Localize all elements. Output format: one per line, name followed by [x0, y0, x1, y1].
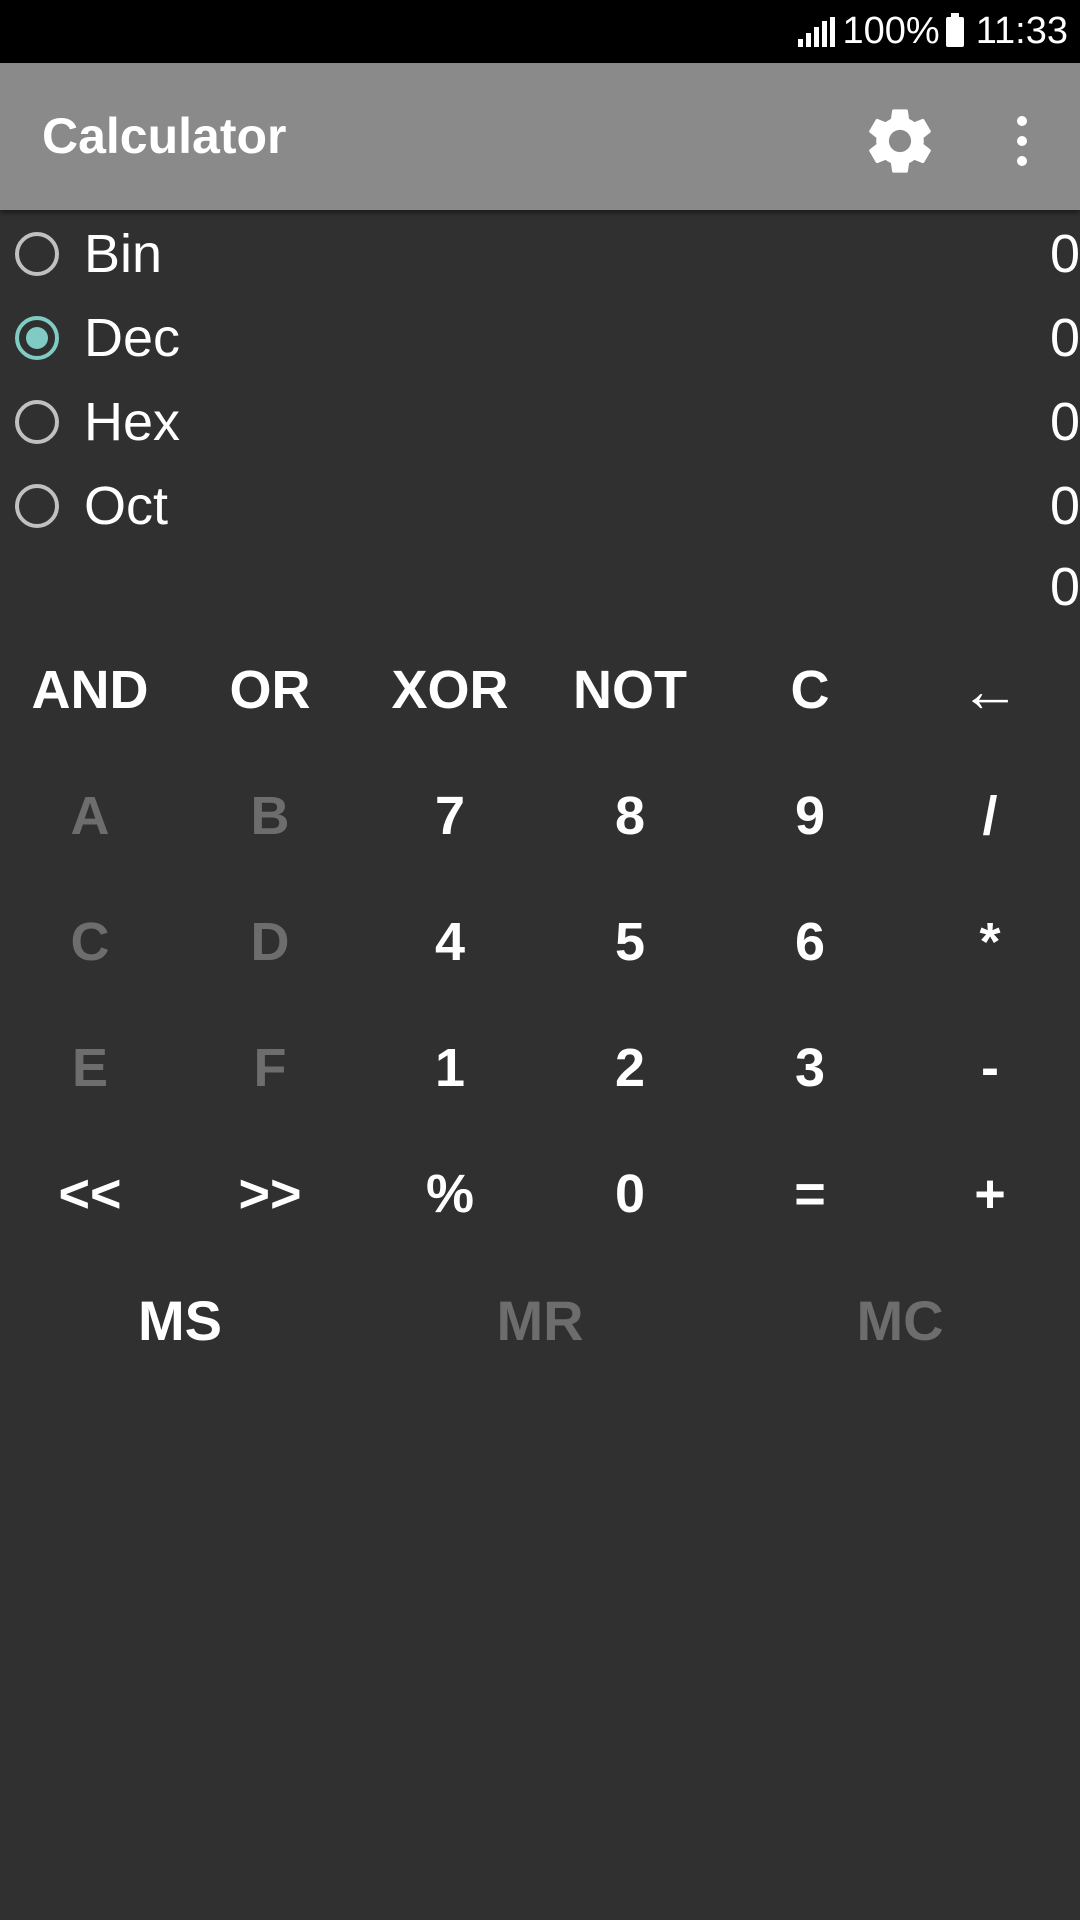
key-row-4: E F 1 2 3 - [0, 1005, 1080, 1131]
key-row-2: A B 7 8 9 / [0, 753, 1080, 879]
radix-row-dec[interactable]: Dec 0 [0, 299, 1080, 383]
key-add[interactable]: + [900, 1131, 1080, 1257]
key-a[interactable]: A [0, 753, 180, 879]
key-and[interactable]: AND [0, 627, 180, 753]
battery-icon [945, 12, 964, 47]
key-3[interactable]: 3 [720, 1005, 900, 1131]
radix-row-bin[interactable]: Bin 0 [0, 215, 1080, 299]
memory-clear-button[interactable]: MC [720, 1257, 1080, 1383]
key-row-1: AND OR XOR NOT C ← [0, 627, 1080, 753]
key-d[interactable]: D [180, 879, 360, 1005]
radix-label-dec: Dec [84, 308, 181, 368]
key-multiply[interactable]: * [900, 879, 1080, 1005]
result-display: 0 [1049, 557, 1080, 617]
key-e[interactable]: E [0, 1005, 180, 1131]
key-modulo[interactable]: % [360, 1131, 540, 1257]
key-4[interactable]: 4 [360, 879, 540, 1005]
key-5[interactable]: 5 [540, 879, 720, 1005]
key-6[interactable]: 6 [720, 879, 900, 1005]
radix-value-hex: 0 [1049, 392, 1080, 452]
radix-label-oct: Oct [84, 476, 169, 536]
key-c-hex[interactable]: C [0, 879, 180, 1005]
radio-bin[interactable] [15, 232, 59, 276]
battery-percent: 100% [842, 10, 940, 52]
key-8[interactable]: 8 [540, 753, 720, 879]
radio-oct[interactable] [15, 484, 59, 528]
key-subtract[interactable]: - [900, 1005, 1080, 1131]
key-shift-right[interactable]: >> [180, 1131, 360, 1257]
more-vert-icon [1017, 116, 1027, 126]
key-backspace[interactable]: ← [900, 627, 1080, 753]
key-equals[interactable]: = [720, 1131, 900, 1257]
app-title: Calculator [42, 108, 287, 164]
key-9[interactable]: 9 [720, 753, 900, 879]
key-divide[interactable]: / [900, 753, 1080, 879]
clock: 11:33 [975, 10, 1068, 52]
key-f[interactable]: F [180, 1005, 360, 1131]
radix-row-oct[interactable]: Oct 0 [0, 467, 1080, 551]
memory-store-button[interactable]: MS [0, 1257, 360, 1383]
radix-row-hex[interactable]: Hex 0 [0, 383, 1080, 467]
status-bar: 100% 11:33 [0, 0, 1080, 63]
key-7[interactable]: 7 [360, 753, 540, 879]
memory-row: MS MR MC [0, 1257, 1080, 1383]
key-row-3: C D 4 5 6 * [0, 879, 1080, 1005]
key-clear[interactable]: C [720, 627, 900, 753]
app-bar: Calculator [0, 63, 1080, 210]
key-or[interactable]: OR [180, 627, 360, 753]
settings-button[interactable] [862, 103, 938, 179]
radix-label-hex: Hex [84, 392, 181, 452]
radio-hex[interactable] [15, 400, 59, 444]
radix-value-dec: 0 [1049, 308, 1080, 368]
key-not[interactable]: NOT [540, 627, 720, 753]
key-b[interactable]: B [180, 753, 360, 879]
keypad: AND OR XOR NOT C ← A B 7 8 9 / C D 4 5 6… [0, 627, 1080, 1383]
radix-value-oct: 0 [1049, 476, 1080, 536]
key-1[interactable]: 1 [360, 1005, 540, 1131]
gear-icon [869, 109, 931, 173]
key-xor[interactable]: XOR [360, 627, 540, 753]
key-row-5: << >> % 0 = + [0, 1131, 1080, 1257]
key-shift-left[interactable]: << [0, 1131, 180, 1257]
key-0[interactable]: 0 [540, 1131, 720, 1257]
overflow-menu-button[interactable] [1000, 106, 1044, 176]
memory-recall-button[interactable]: MR [360, 1257, 720, 1383]
key-2[interactable]: 2 [540, 1005, 720, 1131]
signal-icon [795, 16, 835, 47]
radio-dec[interactable] [15, 316, 59, 360]
radix-value-bin: 0 [1049, 224, 1080, 284]
radix-label-bin: Bin [84, 224, 163, 284]
